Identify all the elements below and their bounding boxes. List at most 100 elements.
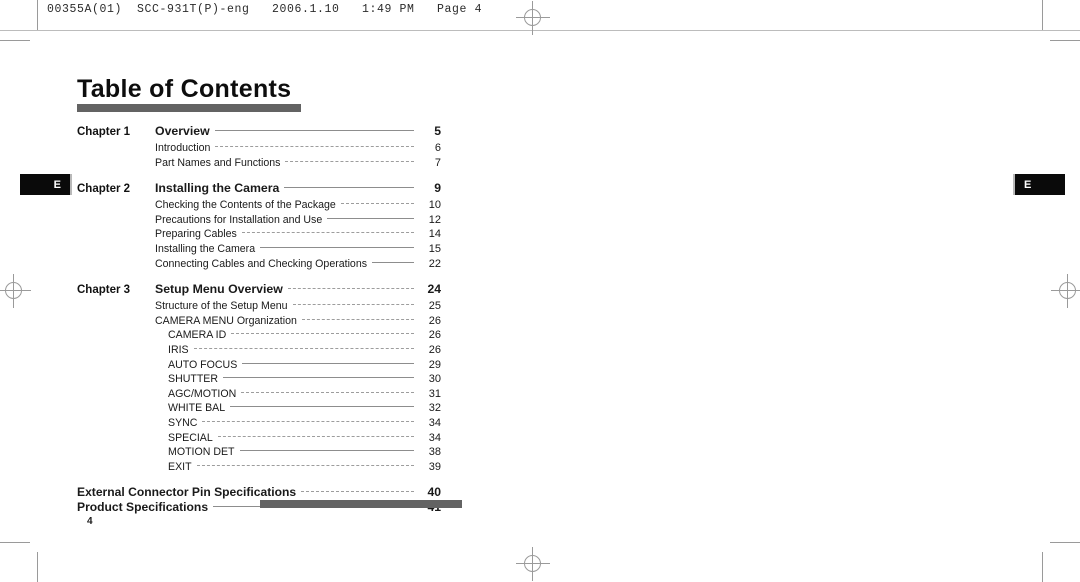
toc-entry-label: Overview — [155, 124, 210, 138]
toc-entry-leader — [301, 318, 414, 321]
toc-entry[interactable]: AUTO FOCUS 29 — [77, 359, 441, 374]
toc-entry-page: 26 — [428, 343, 441, 356]
toc-entry-leader — [292, 304, 414, 306]
toc-entry-page: 38 — [428, 446, 441, 459]
toc-entry[interactable]: WHITE BAL 32 — [77, 402, 441, 417]
toc-entry[interactable]: External Connector Pin Specifications 40 — [77, 485, 441, 500]
toc-entry-leader — [214, 130, 414, 132]
toc-entry[interactable]: Chapter 3 Setup Menu Overview 24 — [77, 282, 441, 300]
toc-entry-leader — [340, 203, 414, 205]
toc-entry-page: 39 — [428, 460, 441, 473]
toc-entry-leader — [284, 187, 414, 189]
page-left: Table of Contents Chapter 1 Overview 5 Intr… — [0, 0, 540, 582]
toc-entry-label: SPECIAL — [168, 431, 213, 444]
toc-entry-page: 40 — [427, 485, 441, 500]
toc-entry-page: 34 — [428, 431, 441, 444]
language-tab-right[interactable]: E — [1013, 174, 1065, 195]
toc-entry-label: CAMERA ID — [168, 329, 227, 342]
toc-entry-page: 12 — [428, 213, 441, 226]
toc-entry-chapter: Chapter 2 — [77, 183, 131, 196]
toc-entry-leader — [372, 261, 414, 264]
toc-entry-chapter: Chapter 3 — [77, 284, 131, 297]
toc-entry-leader — [260, 246, 414, 249]
toc-entry-page: 34 — [428, 416, 441, 429]
toc-entry[interactable]: Connecting Cables and Checking Operation… — [77, 258, 441, 273]
toc-entry-leader — [215, 146, 414, 148]
toc-entry-page: 15 — [428, 242, 441, 255]
toc-entry-leader — [301, 491, 414, 493]
toc-entry-leader — [217, 435, 414, 438]
toc-entry-label: AGC/MOTION — [168, 387, 237, 400]
toc-entry-page: 5 — [434, 124, 441, 138]
toc-entry-leader — [223, 377, 414, 379]
toc-entry-page: 7 — [434, 156, 441, 169]
toc-entry-page: 32 — [428, 402, 441, 415]
language-tab-left-label: E — [53, 178, 61, 191]
toc-entry[interactable]: MOTION DET 38 — [77, 446, 441, 461]
toc-entry-label: Structure of the Setup Menu — [155, 300, 288, 313]
toc-entry-page: 29 — [428, 358, 441, 371]
toc-entry-page: 22 — [428, 257, 441, 270]
toc-entry[interactable]: Preparing Cables 14 — [77, 228, 441, 243]
toc-entry-leader — [241, 391, 414, 394]
toc-entry-label: WHITE BAL — [168, 402, 226, 415]
page-right: Chapter1 Overview This chapter briefly i… — [540, 0, 1080, 582]
toc-entry-leader — [241, 232, 414, 234]
toc-entry-label: Installing the Camera — [155, 242, 256, 255]
table-of-contents-list: Chapter 1 Overview 5 Introduction 6 Part Name… — [77, 124, 441, 514]
toc-entry-leader — [193, 347, 414, 350]
toc-entry-page: 26 — [428, 314, 441, 327]
toc-entry[interactable]: Precautions for Installation and Use 12 — [77, 214, 441, 229]
toc-entry[interactable]: SYNC 34 — [77, 417, 441, 432]
toc-entry[interactable]: Part Names and Functions 7 — [77, 157, 441, 172]
toc-entry[interactable]: Chapter 2 Installing the Camera 9 — [77, 181, 441, 199]
toc-entry-label: SHUTTER — [168, 373, 219, 386]
toc-entry-label: Precautions for Installation and Use — [155, 213, 323, 226]
toc-entry[interactable]: Structure of the Setup Menu 25 — [77, 300, 441, 315]
toc-entry[interactable]: Installing the Camera 15 — [77, 243, 441, 258]
toc-entry[interactable]: CAMERA ID 26 — [77, 329, 441, 344]
language-tab-left[interactable]: E — [20, 174, 72, 195]
toc-entry-leader — [327, 217, 414, 220]
toc-entry-label: AUTO FOCUS — [168, 358, 238, 371]
toc-entry[interactable]: Checking the Contents of the Package 10 — [77, 199, 441, 214]
toc-entry[interactable]: SPECIAL 34 — [77, 432, 441, 447]
toc-entry-label: IRIS — [168, 343, 189, 356]
toc-entry-label: Part Names and Functions — [155, 156, 281, 169]
toc-entry-page: 14 — [428, 228, 441, 241]
toc-entry-page: 9 — [434, 181, 441, 196]
toc-entry-label: Introduction — [155, 142, 211, 154]
toc-entry[interactable]: SHUTTER 30 — [77, 373, 441, 388]
toc-entry-label: Connecting Cables and Checking Operation… — [155, 257, 368, 270]
toc-entry-leader — [285, 160, 414, 163]
toc-entry-label: External Connector Pin Specifications — [77, 485, 297, 500]
toc-entry-leader — [196, 464, 414, 467]
toc-entry-label: Setup Menu Overview — [155, 282, 283, 297]
toc-entry-leader — [287, 288, 414, 290]
toc-entry-page: 25 — [428, 300, 441, 313]
toc-entry-label: SYNC — [168, 416, 198, 429]
toc-entry-label: CAMERA MENU Organization — [155, 314, 297, 327]
toc-entry-leader — [239, 450, 414, 452]
title-rule-bar — [77, 104, 301, 112]
toc-entry-label: EXIT — [168, 460, 192, 473]
folio-left: 4 — [87, 516, 93, 527]
toc-entry[interactable]: Introduction 6 — [77, 142, 441, 157]
toc-entry-page: 10 — [428, 199, 441, 212]
toc-entry[interactable]: IRIS 26 — [77, 344, 441, 359]
toc-entry-leader — [242, 362, 414, 365]
toc-entry-leader — [231, 333, 414, 335]
toc-entry[interactable]: Chapter 1 Overview 5 — [77, 124, 441, 142]
toc-entry-label: Checking the Contents of the Package — [155, 199, 336, 212]
toc-entry-page: 30 — [428, 373, 441, 386]
toc-entry-page: 24 — [427, 282, 441, 297]
toc-entry-page: 6 — [434, 142, 441, 154]
toc-entry-page: 31 — [428, 387, 441, 400]
toc-entry[interactable]: CAMERA MENU Organization 26 — [77, 315, 441, 330]
toc-entry[interactable]: EXIT 39 — [77, 461, 441, 476]
toc-entry[interactable]: AGC/MOTION 31 — [77, 388, 441, 403]
language-tab-right-label: E — [1024, 178, 1032, 191]
toc-entry-leader — [230, 406, 414, 408]
toc-entry-label: MOTION DET — [168, 446, 235, 459]
toc-entry-label: Installing the Camera — [155, 181, 280, 196]
